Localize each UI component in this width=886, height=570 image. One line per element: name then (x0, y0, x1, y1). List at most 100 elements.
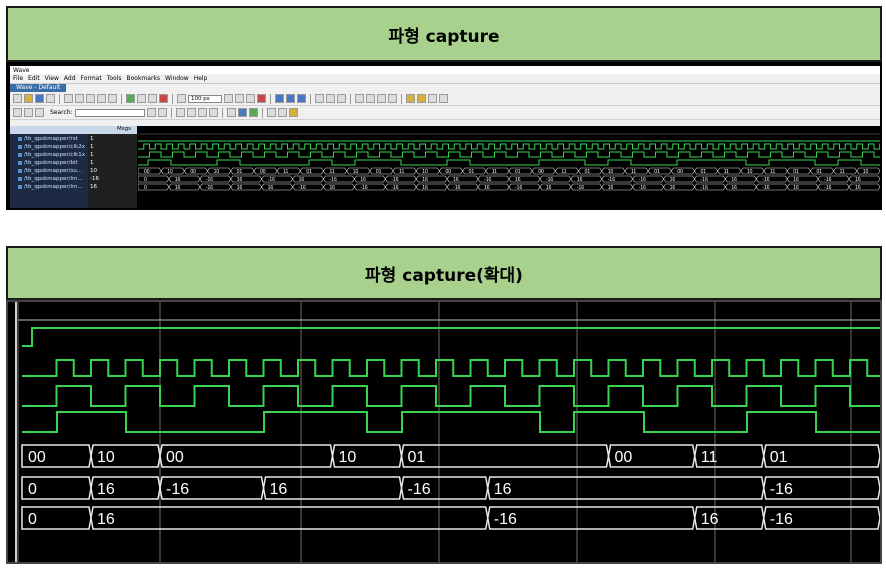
divider-icon[interactable] (388, 94, 397, 103)
q-bus-label: 16 (330, 185, 336, 191)
break-icon[interactable] (159, 94, 168, 103)
zoom-cursor-icon[interactable] (208, 108, 218, 117)
stop-icon[interactable] (257, 94, 266, 103)
wave-window-screenshot: Wave File Edit View Add Format Tools Boo… (6, 62, 882, 210)
step-icon[interactable] (275, 94, 284, 103)
zoom-in-icon[interactable] (175, 108, 185, 117)
cursor-delete-icon[interactable] (248, 108, 258, 117)
msgs-header: Msgs (117, 126, 131, 132)
q-bus-label: -16 (577, 185, 584, 191)
signal-row[interactable]: /tb_qpskmapper/clk1x (10, 151, 88, 159)
signal-row[interactable]: /tb_qpskmapper/clk2x (10, 143, 88, 151)
open-icon[interactable] (24, 94, 33, 103)
wave-insert-icon[interactable] (326, 94, 335, 103)
i-bus-label: 16 (494, 481, 512, 498)
goto-icon[interactable] (35, 108, 44, 117)
redo-icon[interactable] (108, 94, 117, 103)
run-icon[interactable] (224, 94, 233, 103)
sym-bus-label: 01 (816, 169, 822, 175)
i-bus-label: -16 (484, 177, 491, 183)
paste-icon[interactable] (86, 94, 95, 103)
sym-bus-label: 01 (654, 169, 660, 175)
continue-icon[interactable] (235, 94, 244, 103)
menu-file[interactable]: File (13, 75, 23, 82)
tab-bar: Wave - Default (10, 84, 880, 92)
signal-name: /tb_qpskmapper/im... (24, 184, 83, 190)
tab-wave-default[interactable]: Wave - Default (10, 84, 67, 92)
i-bus-label: 16 (97, 481, 115, 498)
restart-icon[interactable] (177, 94, 186, 103)
find-icon[interactable] (126, 94, 135, 103)
expand-icon[interactable] (277, 108, 287, 117)
q-bus-label: -16 (360, 185, 367, 191)
signal-icon (18, 137, 22, 141)
bookmark-icon[interactable] (406, 94, 415, 103)
cursor-icon[interactable] (377, 94, 386, 103)
collapse-icon[interactable] (288, 108, 298, 117)
menu-tools[interactable]: Tools (107, 75, 122, 82)
sym-bus-label: 11 (631, 169, 636, 175)
cursor-add-icon[interactable] (226, 108, 236, 117)
sym-bus-label: 01 (770, 449, 788, 466)
sym-bus-label: 00 (144, 169, 150, 175)
save-icon[interactable] (35, 94, 44, 103)
sym-bus-label: 00 (615, 449, 633, 466)
menu-help[interactable]: Help (194, 75, 208, 82)
q-bus-label: 16 (670, 185, 676, 191)
step-out-icon[interactable] (297, 94, 306, 103)
cursor-lock-icon[interactable] (237, 108, 247, 117)
wave-edit-icon[interactable] (337, 94, 346, 103)
edge-next-icon[interactable] (439, 94, 448, 103)
compile-icon[interactable] (137, 94, 146, 103)
bottom-banner-title: 파형 capture(확대) (365, 265, 523, 286)
signal-icon (18, 177, 22, 181)
wave-compare-icon[interactable] (315, 94, 324, 103)
signal-value: 1 (90, 144, 94, 150)
prev-icon[interactable] (13, 108, 22, 117)
cut-icon[interactable] (64, 94, 73, 103)
menu-add[interactable]: Add (64, 75, 76, 82)
undo-icon[interactable] (97, 94, 106, 103)
search-options-icon[interactable] (146, 108, 156, 117)
search-input[interactable] (74, 108, 145, 117)
new-icon[interactable] (13, 94, 22, 103)
menu-view[interactable]: View (45, 75, 59, 82)
signal-row[interactable]: /tb_qpskmapper/rst (10, 135, 88, 143)
zoom-mode-icon[interactable] (366, 94, 375, 103)
step-over-icon[interactable] (286, 94, 295, 103)
signal-value: 1 (90, 152, 94, 158)
zoom-out-icon[interactable] (186, 108, 196, 117)
i-bus-label: -16 (701, 177, 708, 183)
copy-icon[interactable] (75, 94, 84, 103)
select-mode-icon[interactable] (355, 94, 364, 103)
signal-name: /tb_qpskmapper/clk1x (24, 152, 85, 158)
signal-icon (18, 185, 22, 189)
menu-edit[interactable]: Edit (28, 75, 40, 82)
run-length-field[interactable]: 100 ps (188, 94, 222, 103)
sym-bus-label: 00 (677, 169, 683, 175)
menu-bookmarks[interactable]: Bookmarks (126, 75, 160, 82)
menu-window[interactable]: Window (165, 75, 189, 82)
zoom-full-icon[interactable] (197, 108, 207, 117)
i-bus-label: 16 (793, 177, 799, 183)
toolbar-separator (270, 93, 271, 104)
signal-row[interactable]: /tb_qpskmapper/bit (10, 159, 88, 167)
signal-row[interactable]: /tb_qpskmapper/su... (10, 167, 88, 175)
edge-prev-icon[interactable] (428, 94, 437, 103)
bookmark-add-icon[interactable] (417, 94, 426, 103)
top-banner-title: 파형 capture (388, 26, 500, 47)
print-icon[interactable] (46, 94, 55, 103)
i-bus-label: -16 (639, 177, 646, 183)
format-icon[interactable] (266, 108, 276, 117)
sym-bus-label: 11 (283, 169, 288, 175)
signal-row[interactable]: /tb_qpskmapper/im... (10, 175, 88, 183)
next-icon[interactable] (24, 108, 33, 117)
toolbar-separator (310, 93, 311, 104)
search-next-icon[interactable] (157, 108, 167, 117)
signal-row[interactable]: /tb_qpskmapper/im... (10, 183, 88, 191)
simulate-icon[interactable] (148, 94, 157, 103)
sym-bus-label: 00 (28, 449, 46, 466)
q-bus-label: 16 (701, 511, 719, 528)
menu-format[interactable]: Format (81, 75, 102, 82)
run-all-icon[interactable] (246, 94, 255, 103)
